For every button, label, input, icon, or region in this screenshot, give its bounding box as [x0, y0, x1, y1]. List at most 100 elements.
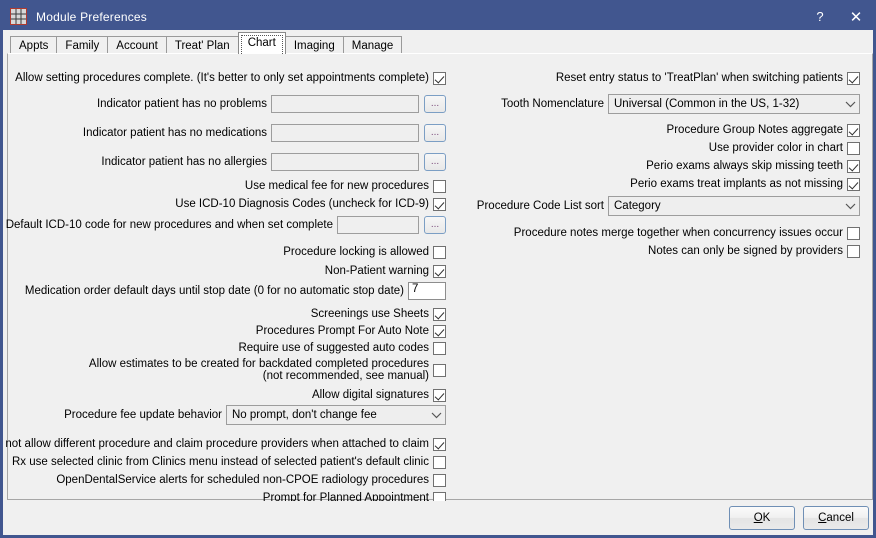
row-indicator-no-allergies[interactable]: Indicator patient has no allergies ... — [8, 153, 446, 171]
indicator-no-medications-input[interactable] — [271, 124, 419, 142]
row-procedure-locking[interactable]: Procedure locking is allowed — [8, 243, 446, 261]
digital-signatures-checkbox[interactable] — [433, 388, 446, 402]
backdated-estimates-label-line2: (not recommended, see manual) — [262, 370, 429, 382]
row-notes-merge[interactable]: Procedure notes merge together when conc… — [460, 224, 860, 242]
fee-update-behavior-label: Procedure fee update behavior — [64, 408, 222, 421]
ok-button[interactable]: OK — [729, 506, 795, 530]
perio-implants-label: Perio exams treat implants as not missin… — [630, 177, 843, 190]
perio-skip-missing-checkbox[interactable] — [847, 159, 860, 173]
indicator-no-allergies-input[interactable] — [271, 153, 419, 171]
row-reset-entry-status[interactable]: Reset entry status to 'TreatPlan' when s… — [460, 69, 860, 87]
dialog-footer: OK Cancel — [7, 501, 873, 535]
row-notes-signed-providers[interactable]: Notes can only be signed by providers — [460, 242, 860, 260]
row-rx-selected-clinic[interactable]: Rx use selected clinic from Clinics menu… — [8, 453, 446, 471]
rx-selected-clinic-checkbox[interactable] — [433, 455, 446, 469]
row-default-icd10[interactable]: Default ICD-10 code for new procedures a… — [5, 216, 446, 234]
tooth-nomenclature-label: Tooth Nomenclature — [501, 97, 604, 110]
module-preferences-window: Module Preferences ? ✕ Appts Family Acco… — [0, 0, 876, 538]
perio-implants-checkbox[interactable] — [847, 177, 860, 191]
default-icd10-picker-button[interactable]: ... — [424, 216, 446, 234]
tab-label: Imaging — [293, 40, 335, 52]
row-perio-skip-missing[interactable]: Perio exams always skip missing teeth — [460, 157, 860, 175]
default-icd10-input[interactable] — [337, 216, 419, 234]
screenings-sheets-label: Screenings use Sheets — [310, 307, 429, 320]
row-tooth-nomenclature[interactable]: Tooth Nomenclature Universal (Common in … — [460, 94, 860, 114]
ods-alerts-label: OpenDentalService alerts for scheduled n… — [56, 473, 429, 486]
titlebar: Module Preferences ? ✕ — [3, 3, 873, 30]
row-prompt-auto-note[interactable]: Procedures Prompt For Auto Note — [8, 322, 446, 340]
module-grid-icon — [10, 8, 27, 25]
indicator-no-problems-label: Indicator patient has no problems — [96, 97, 267, 110]
window-title: Module Preferences — [36, 9, 147, 24]
row-perio-implants[interactable]: Perio exams treat implants as not missin… — [460, 175, 860, 193]
backdated-estimates-checkbox[interactable] — [433, 363, 446, 377]
medication-order-days-value: 7 — [412, 283, 419, 295]
row-screenings-sheets[interactable]: Screenings use Sheets — [8, 305, 446, 323]
medication-order-days-input[interactable]: 7 — [408, 282, 446, 300]
row-group-notes-aggregate[interactable]: Procedure Group Notes aggregate — [460, 121, 860, 139]
row-digital-signatures[interactable]: Allow digital signatures — [8, 386, 446, 404]
rx-selected-clinic-label: Rx use selected clinic from Clinics menu… — [11, 455, 429, 468]
row-indicator-no-problems[interactable]: Indicator patient has no problems ... — [8, 95, 446, 113]
fee-update-behavior-select[interactable]: No prompt, don't change fee — [226, 405, 446, 425]
non-patient-warning-checkbox[interactable] — [433, 264, 446, 278]
indicator-no-medications-value — [272, 123, 278, 137]
indicator-no-problems-input[interactable] — [271, 95, 419, 113]
row-backdated-estimates[interactable]: Allow estimates to be created for backda… — [8, 357, 446, 383]
default-icd10-label: Default ICD-10 code for new procedures a… — [5, 218, 333, 231]
allow-setting-complete-label: Allow setting procedures complete. (It's… — [15, 71, 429, 84]
row-require-auto-codes[interactable]: Require use of suggested auto codes — [8, 339, 446, 357]
indicator-no-allergies-value — [272, 152, 278, 166]
allow-setting-complete-checkbox[interactable] — [433, 71, 446, 85]
row-proc-code-list-sort[interactable]: Procedure Code List sort Category — [460, 196, 860, 216]
reset-entry-status-label: Reset entry status to 'TreatPlan' when s… — [555, 71, 843, 84]
close-icon[interactable]: ✕ — [841, 3, 871, 30]
indicator-no-allergies-picker-button[interactable]: ... — [424, 153, 446, 171]
tooth-nomenclature-select[interactable]: Universal (Common in the US, 1-32) — [608, 94, 860, 114]
proc-code-list-sort-select[interactable]: Category — [608, 196, 860, 216]
row-icd10-codes[interactable]: Use ICD-10 Diagnosis Codes (uncheck for … — [8, 195, 446, 213]
digital-signatures-label: Allow digital signatures — [312, 388, 429, 401]
tab-chart[interactable]: Chart — [237, 32, 286, 54]
different-providers-checkbox[interactable] — [433, 437, 446, 451]
different-providers-label: Do not allow different procedure and cla… — [0, 437, 429, 450]
icd10-codes-label: Use ICD-10 Diagnosis Codes (uncheck for … — [175, 197, 429, 210]
prompt-auto-note-checkbox[interactable] — [433, 324, 446, 338]
tab-label: Manage — [351, 40, 394, 52]
screenings-sheets-checkbox[interactable] — [433, 307, 446, 321]
ok-rest: K — [762, 512, 771, 524]
row-medication-order-days[interactable]: Medication order default days until stop… — [8, 282, 446, 300]
row-ods-alerts[interactable]: OpenDentalService alerts for scheduled n… — [8, 471, 446, 489]
procedure-locking-checkbox[interactable] — [433, 245, 446, 259]
indicator-no-allergies-label: Indicator patient has no allergies — [101, 155, 267, 168]
tab-label: Family — [65, 40, 100, 52]
notes-merge-checkbox[interactable] — [847, 226, 860, 240]
row-fee-update-behavior[interactable]: Procedure fee update behavior No prompt,… — [8, 405, 446, 425]
indicator-no-medications-picker-button[interactable]: ... — [424, 124, 446, 142]
icd10-codes-checkbox[interactable] — [433, 197, 446, 211]
group-notes-aggregate-checkbox[interactable] — [847, 123, 860, 137]
provider-color-checkbox[interactable] — [847, 141, 860, 155]
help-icon[interactable]: ? — [805, 3, 835, 30]
require-auto-codes-checkbox[interactable] — [433, 341, 446, 355]
row-medical-fee[interactable]: Use medical fee for new procedures — [8, 177, 446, 195]
medical-fee-checkbox[interactable] — [433, 179, 446, 193]
group-notes-aggregate-label: Procedure Group Notes aggregate — [666, 123, 843, 136]
tooth-nomenclature-value: Universal (Common in the US, 1-32) — [614, 98, 800, 110]
indicator-no-problems-picker-button[interactable]: ... — [424, 95, 446, 113]
cancel-rest: ancel — [826, 512, 854, 524]
notes-signed-providers-checkbox[interactable] — [847, 244, 860, 258]
row-indicator-no-medications[interactable]: Indicator patient has no medications ... — [8, 124, 446, 142]
default-icd10-value — [338, 215, 344, 229]
cancel-button[interactable]: Cancel — [803, 506, 869, 530]
ods-alerts-checkbox[interactable] — [433, 473, 446, 487]
row-provider-color[interactable]: Use provider color in chart — [460, 139, 860, 157]
fee-update-behavior-value: No prompt, don't change fee — [232, 409, 377, 421]
reset-entry-status-checkbox[interactable] — [847, 71, 860, 85]
row-allow-setting-complete[interactable]: Allow setting procedures complete. (It's… — [8, 69, 446, 87]
tab-label: Account — [116, 40, 158, 52]
row-different-providers[interactable]: Do not allow different procedure and cla… — [3, 435, 446, 453]
tab-label: Appts — [19, 40, 49, 52]
row-non-patient-warning[interactable]: Non-Patient warning — [8, 262, 446, 280]
prompt-auto-note-label: Procedures Prompt For Auto Note — [255, 324, 429, 337]
